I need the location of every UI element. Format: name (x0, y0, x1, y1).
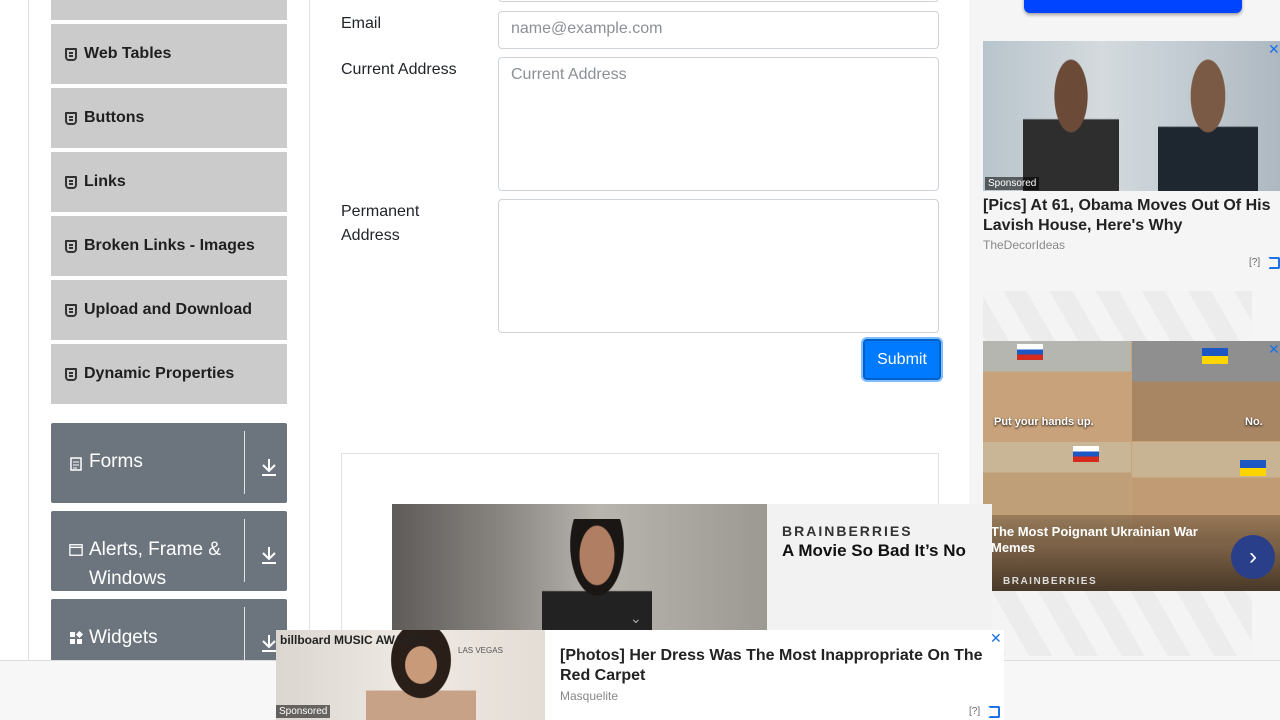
chevron-down-icon[interactable]: ⌄ (630, 610, 642, 627)
sponsored-label: Sponsored (276, 705, 331, 718)
window-icon (69, 544, 83, 556)
adchoices-icon[interactable] (1268, 257, 1280, 269)
next-arrow-icon[interactable]: › (1231, 535, 1275, 579)
ukraine-flag-icon (1202, 348, 1228, 364)
russia-flag-icon (1017, 344, 1043, 360)
download-icon[interactable] (260, 457, 278, 477)
sidebar-item-label: Dynamic Properties (84, 365, 235, 382)
sidebar-item-label: Web Tables (84, 45, 172, 62)
submit-button[interactable]: Submit (863, 339, 941, 380)
adchoices-icon[interactable] (988, 706, 1000, 718)
meme-caption: Put your hands up. (994, 416, 1094, 428)
sidebar-item-label: Links (84, 173, 126, 190)
sidebar-item-top[interactable] (51, 0, 287, 22)
ad-image-text: billboard MUSIC AWARDS (280, 633, 429, 647)
ad-person (1158, 51, 1258, 191)
meme-caption: No. (1245, 416, 1263, 428)
ad-title[interactable]: The Most Poignant Ukrainian War Memes (991, 524, 1221, 556)
russia-flag-icon (1073, 446, 1099, 462)
current-address-field[interactable]: Current Address (498, 57, 939, 191)
widgets-icon (70, 631, 83, 644)
sidebar-item-links[interactable]: Links (51, 152, 287, 214)
video-ad-image[interactable] (392, 504, 767, 630)
close-icon[interactable]: ✕ (1268, 341, 1280, 358)
full-name-field[interactable] (498, 0, 939, 2)
ad-cta-button[interactable] (1024, 0, 1242, 13)
group-label: Widgets (89, 627, 158, 648)
ad-image-text: LAS VEGAS (458, 646, 503, 655)
sidebar-item-upload-download[interactable]: Upload and Download (51, 280, 287, 342)
group-label: Alerts, Frame & Windows (89, 539, 221, 589)
ukraine-flag-icon (1240, 460, 1266, 476)
sidebar-item-dynamic-properties[interactable]: Dynamic Properties (51, 344, 287, 406)
ad-brand: BRAINBERRIES (782, 523, 913, 539)
email-label: Email (341, 15, 382, 32)
permanent-address-label: Permanent Address (341, 203, 420, 244)
close-icon[interactable]: ✕ (990, 630, 1002, 647)
ad-title[interactable]: A Movie So Bad It’s No (782, 541, 966, 561)
html5-icon (65, 175, 77, 189)
divider (244, 431, 245, 494)
ad-title[interactable]: [Photos] Her Dress Was The Most Inapprop… (560, 646, 990, 686)
html5-icon (65, 47, 77, 61)
ad-info[interactable]: [?] (969, 706, 980, 717)
email-field[interactable]: name@example.com (498, 11, 939, 49)
ad-source[interactable]: Masquelite (560, 689, 618, 703)
sponsored-label: Sponsored (985, 177, 1040, 190)
permanent-address-field[interactable] (498, 199, 939, 333)
current-address-label: Current Address (341, 61, 457, 78)
group-forms[interactable]: Forms (51, 423, 287, 503)
html5-icon (65, 303, 77, 317)
ad-image-obama[interactable] (983, 41, 1280, 191)
close-icon[interactable]: ✕ (1268, 41, 1280, 58)
ad-brand: BRAINBERRIES (1003, 576, 1098, 587)
sidebar-item-web-tables[interactable]: Web Tables (51, 24, 287, 86)
email-placeholder: name@example.com (511, 20, 663, 37)
group-alerts-frame-windows[interactable]: Alerts, Frame & Windows (51, 511, 287, 591)
html5-icon (65, 111, 77, 125)
ad-title[interactable]: [Pics] At 61, Obama Moves Out Of His Lav… (983, 196, 1278, 236)
sidebar-item-buttons[interactable]: Buttons (51, 88, 287, 150)
sidebar-item-broken-links[interactable]: Broken Links - Images (51, 216, 287, 278)
divider (244, 519, 245, 582)
group-label: Forms (89, 451, 143, 472)
ad-source[interactable]: TheDecorIdeas (983, 238, 1065, 252)
html5-icon (65, 367, 77, 381)
ad-person (1023, 51, 1119, 191)
sidebar-item-label: Buttons (84, 109, 145, 126)
html5-icon (65, 239, 77, 253)
sidebar-item-label: Upload and Download (84, 301, 252, 318)
download-icon[interactable] (260, 545, 278, 565)
sidebar-item-label: Broken Links - Images (84, 237, 255, 254)
form-icon (70, 457, 82, 471)
current-address-placeholder: Current Address (511, 66, 627, 83)
sidebar: Web Tables Buttons Links Broken Links - … (28, 0, 310, 720)
ad-info[interactable]: [?] (1249, 257, 1260, 268)
